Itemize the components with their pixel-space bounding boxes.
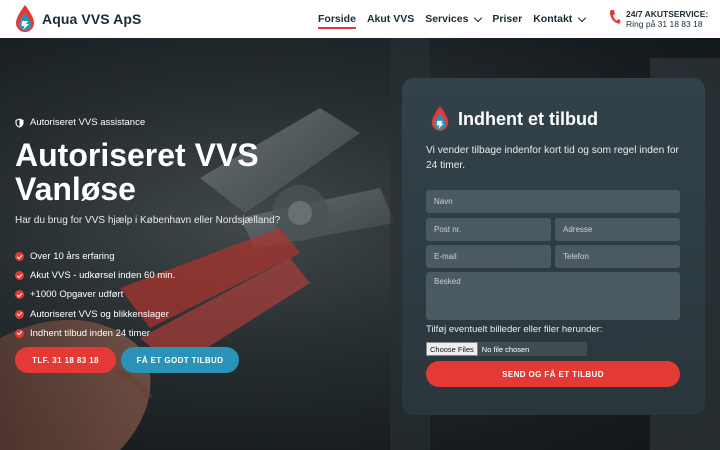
water-drop-flame-icon (431, 106, 449, 131)
address-field[interactable]: Adresse (555, 218, 680, 241)
choose-files-button[interactable]: Choose Files (426, 342, 478, 356)
feature-text: Akut VVS - udkørsel inden 60 min. (30, 270, 176, 282)
nav-label: Akut VVS (366, 13, 415, 25)
check-circle-icon (15, 252, 24, 262)
nav-item-kontakt[interactable]: Kontakt (533, 0, 587, 38)
list-item: Over 10 års erfaring (15, 247, 175, 266)
nav-item-priser[interactable]: Priser (492, 0, 522, 38)
emergency-phone: Ring på 31 18 83 18 (626, 19, 703, 29)
placeholder: Navn (434, 197, 453, 206)
postal-code-field[interactable]: Post nr. (426, 218, 551, 241)
check-circle-icon (15, 328, 24, 338)
feature-text: Autoriseret VVS og blikkenslager (30, 308, 169, 320)
submit-button[interactable]: SEND OG FÅ ET TILBUD (426, 361, 680, 387)
emergency-title: 24/7 AKUTSERVICE: (626, 9, 709, 19)
feature-list: Over 10 års erfaring Akut VVS - udkørsel… (15, 247, 175, 343)
feature-text: Indhent tilbud inden 24 timer (30, 327, 150, 339)
shield-icon (15, 118, 24, 128)
list-item: Autoriseret VVS og blikkenslager (15, 305, 175, 324)
list-item: +1000 Opgaver udført (15, 285, 175, 304)
placeholder: Adresse (563, 225, 593, 234)
hero-title-line1: Autoriseret VVS (15, 137, 259, 173)
chevron-down-icon (474, 13, 483, 22)
nav-item-akut-vvs[interactable]: Akut VVS (367, 0, 414, 38)
phone-icon (609, 10, 621, 24)
list-item: Akut VVS - udkørsel inden 60 min. (15, 266, 175, 285)
check-circle-icon (15, 309, 24, 319)
hero-title: Autoriseret VVS Vanløse (15, 138, 335, 206)
nav-item-forside[interactable]: Forside (318, 0, 356, 38)
nav-label: Kontakt (533, 13, 573, 25)
form-title: Indhent et tilbud (458, 108, 598, 129)
form-description: Vi vender tilbage indenfor kort tid og s… (426, 145, 679, 171)
hero-section: Autoriseret VVS assistance Autoriseret V… (0, 38, 720, 450)
check-circle-icon (15, 290, 24, 300)
site-header: Aqua VVS ApS Forside Akut VVS Services P… (0, 0, 720, 38)
check-circle-icon (15, 271, 24, 281)
list-item: Indhent tilbud inden 24 timer (15, 324, 175, 343)
main-nav: Forside Akut VVS Services Priser Kontakt (318, 0, 587, 38)
placeholder: Besked (434, 277, 461, 286)
message-field[interactable]: Besked (426, 272, 680, 320)
feature-text: +1000 Opgaver udført (30, 289, 124, 301)
water-drop-flame-icon (16, 5, 34, 32)
placeholder: Telefon (563, 252, 589, 261)
nav-label: Services (425, 13, 469, 25)
brand-name: Aqua VVS ApS (42, 11, 142, 27)
files-label: Tilføj eventuelt billeder eller filer he… (426, 324, 603, 335)
nav-item-services[interactable]: Services (425, 0, 483, 38)
placeholder: E-mail (434, 252, 457, 261)
quote-form-card: Indhent et tilbud Vi vender tilbage inde… (402, 78, 705, 415)
call-button[interactable]: TLF. 31 18 83 18 (15, 347, 116, 373)
logo[interactable]: Aqua VVS ApS (14, 4, 141, 34)
feature-text: Over 10 års erfaring (30, 251, 115, 263)
hero-badge-text: Autoriseret VVS assistance (30, 117, 146, 128)
nav-label: Forside (318, 13, 356, 25)
email-field[interactable]: E-mail (426, 245, 551, 268)
placeholder: Post nr. (434, 225, 462, 234)
phone-field[interactable]: Telefon (555, 245, 680, 268)
hero-title-line2: Vanløse (15, 171, 136, 207)
hero-subtitle: Har du brug for VVS hjælp i København el… (15, 215, 281, 226)
file-upload: Choose Files No file chosen (426, 342, 587, 356)
file-status: No file chosen (481, 344, 530, 354)
nav-label: Priser (492, 13, 523, 25)
emergency-contact[interactable]: 24/7 AKUTSERVICE: Ring på 31 18 83 18 (608, 9, 708, 29)
name-field[interactable]: Navn (426, 190, 680, 213)
hero-badge: Autoriseret VVS assistance (15, 117, 145, 128)
get-offer-button[interactable]: FÅ ET GODT TILBUD (121, 347, 239, 373)
emergency-text: 24/7 AKUTSERVICE: Ring på 31 18 83 18 (626, 9, 708, 29)
chevron-down-icon (578, 13, 587, 22)
form-header: Indhent et tilbud (430, 105, 598, 133)
